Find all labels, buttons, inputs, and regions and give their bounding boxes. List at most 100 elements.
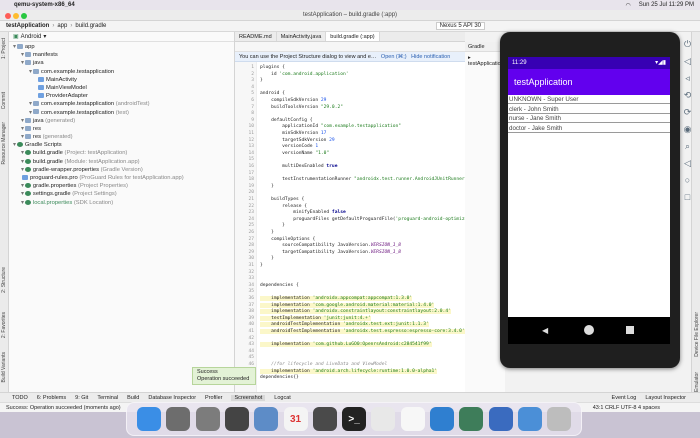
expand-arrow-icon[interactable]: ▾ — [21, 60, 24, 66]
power-icon[interactable]: ⏻ — [683, 40, 692, 49]
open-link[interactable]: Open (⌘;) — [381, 54, 407, 60]
code-line[interactable]: } — [260, 223, 285, 228]
tool-todo[interactable]: TODO — [12, 395, 28, 401]
tool-event-log[interactable]: Event Log — [612, 395, 637, 401]
expand-arrow-icon[interactable]: ▾ — [13, 142, 16, 148]
tree-item[interactable]: MainActivity — [9, 76, 234, 84]
tree-item[interactable]: ▾ build.gradle (Module: testApplication.a… — [9, 158, 234, 166]
user-list-item[interactable]: nurse - Jane Smith — [508, 114, 670, 123]
code-line[interactable]: android { — [260, 91, 285, 96]
user-list-item[interactable]: doctor - Jake Smith — [508, 124, 670, 133]
tool-structure[interactable]: 2: Structure — [1, 267, 7, 293]
tree-item[interactable]: ▾ app — [9, 43, 234, 51]
recents-icon[interactable] — [626, 326, 634, 334]
tool-build[interactable]: Build — [127, 395, 139, 401]
success-toast[interactable]: Success Operation succeeded — [192, 367, 256, 385]
tree-item[interactable]: ▾ build.gradle (Project: testApplication) — [9, 149, 234, 157]
tree-item[interactable]: ▾ Gradle Scripts — [9, 141, 234, 149]
tool-terminal[interactable]: Terminal — [97, 395, 118, 401]
code-line[interactable]: } — [260, 230, 274, 235]
tree-item[interactable]: ▾ com.example.testapplication (test) — [9, 109, 234, 117]
code-line[interactable]: } — [260, 256, 274, 261]
code-line[interactable]: //for lifecycle and LiveData and ViewMod… — [260, 362, 387, 367]
code-line[interactable]: defaultConfig { — [260, 118, 313, 123]
user-list-item[interactable]: UNKNOWN - Super User — [508, 95, 670, 104]
android-studio-icon[interactable] — [459, 407, 484, 431]
tree-item[interactable]: ▾ com.example.testapplication (androidTes… — [9, 100, 234, 108]
tool-commit[interactable]: Commit — [1, 92, 7, 109]
tool-screenshot[interactable]: Screenshot — [231, 394, 266, 401]
project-view-selector[interactable]: Android — [21, 34, 42, 40]
code-line[interactable]: plugins { — [260, 65, 285, 70]
code-line[interactable]: targetSdkVersion 29 — [260, 138, 335, 143]
terminal-icon[interactable]: >_ — [342, 407, 367, 431]
hide-notification-link[interactable]: Hide notification — [411, 54, 450, 60]
code-line[interactable]: versionCode 1 — [260, 144, 318, 149]
device-selector[interactable]: Nexus 5 API 30 — [435, 22, 485, 30]
expand-arrow-icon[interactable]: ▾ — [21, 159, 24, 165]
rotate-left-icon[interactable]: ⟲ — [683, 91, 692, 100]
code-line[interactable]: buildTypes { — [260, 197, 304, 202]
tree-item[interactable]: ▾ local.properties (SDK Location) — [9, 199, 234, 207]
code-line[interactable]: release { — [260, 204, 307, 209]
gradle-project-item[interactable]: ▸ testApplication — [465, 52, 505, 70]
breadcrumb-file[interactable]: build.gradle — [75, 23, 106, 29]
tree-item[interactable]: ▾ java — [9, 59, 234, 67]
code-line[interactable]: dependencies { — [260, 283, 299, 288]
tree-item[interactable]: ▾ settings.gradle (Project Settings) — [9, 190, 234, 198]
expand-arrow-icon[interactable]: ▾ — [21, 183, 24, 189]
expand-arrow-icon[interactable]: ▾ — [21, 167, 24, 173]
tool-problems[interactable]: 6: Problems — [37, 395, 66, 401]
code-line[interactable]: testImplementation 'junit:junit:4.+' — [260, 315, 371, 321]
notes-icon[interactable] — [400, 407, 425, 431]
emulator-screen[interactable]: 11:29 ▾◢▮ testApplication UNKNOWN - Supe… — [508, 57, 670, 317]
expand-arrow-icon[interactable]: ▾ — [21, 134, 24, 140]
code-line[interactable]: versionName "1.0" — [260, 151, 329, 156]
code-line[interactable]: } — [260, 184, 274, 189]
downloads-icon[interactable] — [517, 407, 542, 431]
tree-item[interactable]: ▾ com.example.testapplication — [9, 68, 234, 76]
tree-item[interactable]: ▾ manifests — [9, 51, 234, 59]
code-line[interactable]: buildToolsVersion "29.0.2" — [260, 105, 343, 110]
overview-icon[interactable]: □ — [683, 193, 692, 202]
code-line[interactable]: androidTestImplementation 'androidx.test… — [260, 329, 465, 334]
tool-project[interactable]: 1: Project — [1, 38, 7, 59]
tool-logcat[interactable]: Logcat — [274, 395, 291, 401]
breadcrumb-module[interactable]: app — [57, 23, 67, 29]
active-app-name[interactable]: qemu-system-x86_64 — [14, 2, 75, 8]
tool-favorites[interactable]: 2: Favorites — [1, 312, 7, 338]
rotate-right-icon[interactable]: ⟳ — [683, 108, 692, 117]
code-line[interactable]: minifyEnabled false — [260, 210, 346, 215]
tool-database-inspector[interactable]: Database Inspector — [148, 395, 196, 401]
expand-arrow-icon[interactable]: ▾ — [21, 118, 24, 124]
code-line[interactable]: implementation 'androidx.appcompat:appco… — [260, 296, 413, 301]
code-line[interactable]: } — [260, 263, 263, 268]
back-icon[interactable]: ◀ — [542, 326, 548, 335]
vscode-icon[interactable] — [430, 407, 454, 431]
expand-arrow-icon[interactable]: ▾ — [29, 110, 32, 116]
breadcrumb-project[interactable]: testApplication — [6, 23, 49, 29]
tree-item[interactable]: MainViewModel — [9, 84, 234, 92]
expand-arrow-icon[interactable]: ▾ — [21, 150, 24, 156]
chrome-icon[interactable] — [371, 407, 396, 431]
calendar-icon[interactable]: 31 — [283, 407, 308, 431]
expand-arrow-icon[interactable]: ▾ — [29, 69, 32, 75]
preview-icon[interactable] — [254, 407, 279, 431]
volume-up-icon[interactable]: ◁ — [683, 57, 692, 66]
expand-arrow-icon[interactable]: ▾ — [13, 44, 16, 50]
code-line[interactable]: testInstrumentationRunner "androidx.test… — [260, 177, 465, 182]
expand-arrow-icon[interactable]: ▾ — [21, 200, 24, 206]
tool-device-file-explorer[interactable]: Device File Explorer — [694, 312, 700, 357]
trash-icon[interactable] — [547, 407, 572, 431]
tree-item[interactable]: ▾ gradle-wrapper.properties (Gradle Versi… — [9, 166, 234, 174]
back-button-icon[interactable]: ◁ — [683, 159, 692, 168]
code-line[interactable]: implementation 'com.github.LuGO0:OpenrsA… — [260, 342, 432, 348]
code-line[interactable]: } — [260, 78, 263, 83]
code-line[interactable]: dependencies{} — [260, 375, 299, 380]
wifi-icon[interactable]: ◠ — [625, 2, 630, 9]
expand-arrow-icon[interactable]: ▾ — [21, 52, 24, 58]
expand-arrow-icon[interactable]: ▾ — [21, 126, 24, 132]
tool-layout-inspector[interactable]: Layout Inspector — [645, 395, 686, 401]
camera-icon[interactable]: ◉ — [683, 125, 692, 134]
expand-arrow-icon[interactable]: ▾ — [21, 191, 24, 197]
